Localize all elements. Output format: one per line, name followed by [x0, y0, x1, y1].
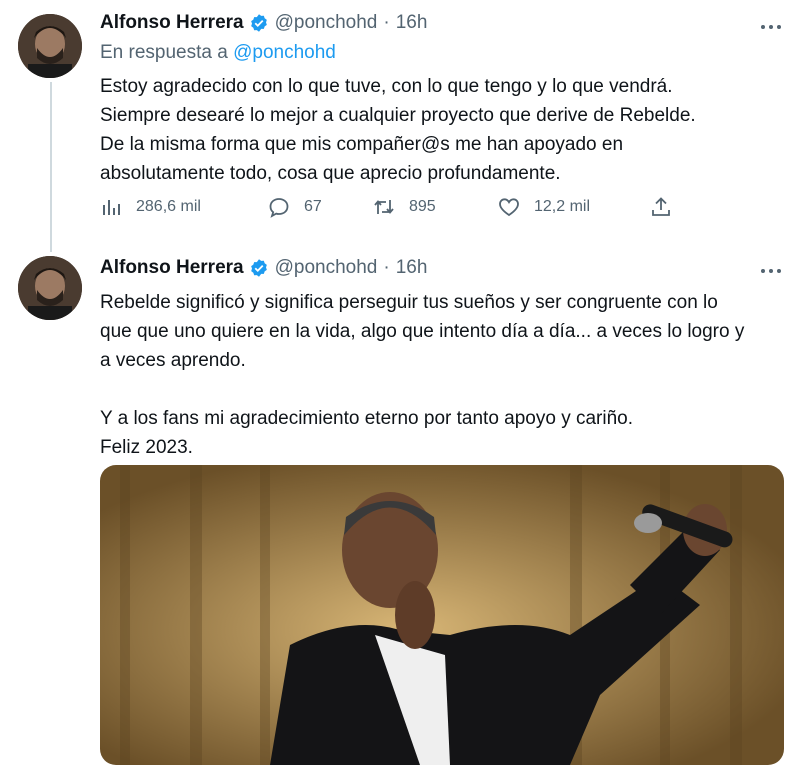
avatar-image	[18, 14, 82, 78]
like-icon	[499, 198, 519, 217]
tweet-text-line: Estoy agradecido con lo que tuve, con lo…	[100, 76, 673, 97]
tweet-text-line: Rebelde significó y significa perseguir …	[100, 292, 718, 313]
share-button[interactable]	[650, 196, 686, 218]
avatar-image	[18, 256, 82, 320]
like-count: 12,2 mil	[534, 198, 591, 215]
tweet-text-line: Siempre desearé lo mejor a cualquier pro…	[100, 105, 696, 126]
share-icon	[652, 197, 670, 216]
author-name[interactable]: Alfonso Herrera	[100, 257, 244, 279]
tweet-media[interactable]	[100, 465, 784, 765]
avatar[interactable]	[18, 256, 82, 320]
tweet-header: Alfonso Herrera @ponchohd · 16h	[100, 12, 427, 34]
thread-line	[50, 82, 52, 252]
reply-icon	[269, 198, 289, 218]
views-icon	[103, 200, 120, 215]
retweet-count: 895	[409, 198, 436, 215]
more-icon[interactable]	[760, 266, 782, 276]
views-button[interactable]: 286,6 mil	[100, 196, 201, 218]
tweet-actions: 286,6 mil 67 895 12,2 mil	[100, 196, 680, 226]
tweet-text: Rebelde significó y significa perseguir …	[100, 288, 744, 462]
reply-count: 67	[304, 198, 322, 215]
reply-mention[interactable]: @ponchohd	[233, 42, 336, 63]
tweet-text-line: a veces aprendo.	[100, 350, 246, 371]
separator-dot: ·	[383, 12, 390, 33]
tweet-time[interactable]: 16h	[396, 12, 428, 34]
tweet-text-line: Feliz 2023.	[100, 437, 193, 458]
tweet-text-line	[100, 375, 744, 404]
author-handle[interactable]: @ponchohd	[275, 257, 378, 279]
author-handle[interactable]: @ponchohd	[275, 12, 378, 34]
like-button[interactable]: 12,2 mil	[498, 196, 590, 218]
retweet-icon	[374, 200, 394, 214]
reply-button[interactable]: 67	[268, 196, 322, 218]
separator-dot: ·	[383, 257, 390, 278]
media-photo	[100, 465, 784, 765]
tweet-text-line: absolutamente todo, cosa que aprecio pro…	[100, 163, 561, 184]
tweet-text-line: Y a los fans mi agradecimiento eterno po…	[100, 408, 634, 429]
reply-prefix: En respuesta a	[100, 42, 228, 63]
retweet-button[interactable]: 895	[373, 196, 436, 218]
tweet-text-line: De la misma forma que mis compañer@s me …	[100, 134, 624, 155]
author-name[interactable]: Alfonso Herrera	[100, 12, 244, 34]
tweet-text: Estoy agradecido con lo que tuve, con lo…	[100, 72, 696, 188]
verified-badge-icon	[250, 14, 267, 32]
tweet-time[interactable]: 16h	[396, 257, 428, 279]
reply-context: En respuesta a @ponchohd	[100, 42, 336, 64]
verified-badge-icon	[250, 259, 267, 277]
avatar[interactable]	[18, 14, 82, 78]
tweet-header: Alfonso Herrera @ponchohd · 16h	[100, 257, 427, 279]
more-icon[interactable]	[760, 22, 782, 32]
views-count: 286,6 mil	[136, 198, 201, 215]
tweet-text-line: que que uno quiere en la vida, algo que …	[100, 321, 745, 342]
